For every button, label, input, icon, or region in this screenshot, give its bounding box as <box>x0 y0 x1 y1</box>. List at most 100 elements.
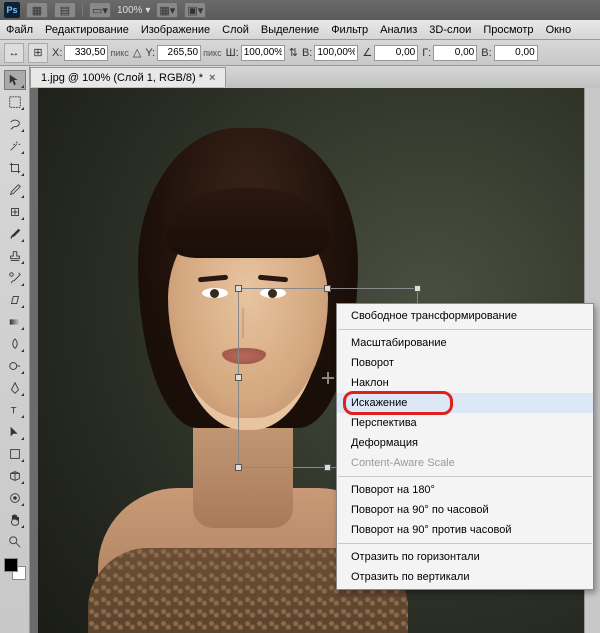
history-brush-tool[interactable] <box>4 268 26 288</box>
context-menu-item[interactable]: Поворот на 90° по часовой <box>337 500 593 520</box>
w-input[interactable] <box>241 45 285 61</box>
options-bar: ↔ ⊞ X: пикс △ Y: пикс Ш: ⇅ В: ∠ Г: В: <box>0 40 600 66</box>
delta-icon[interactable]: △ <box>133 46 141 59</box>
hskew-input[interactable] <box>433 45 477 61</box>
context-menu-item[interactable]: Искажение <box>337 393 593 413</box>
minibridge-button[interactable]: ▤ <box>54 2 76 18</box>
menu-image[interactable]: Изображение <box>141 24 210 36</box>
menu-select[interactable]: Выделение <box>261 24 319 36</box>
transform-handle-bm[interactable] <box>324 464 331 471</box>
vskew-input[interactable] <box>494 45 538 61</box>
pen-tool[interactable] <box>4 378 26 398</box>
zoom-level-dropdown[interactable]: 100% ▾ <box>117 5 150 16</box>
hand-tool[interactable] <box>4 510 26 530</box>
3d-tool[interactable] <box>4 466 26 486</box>
heal-tool[interactable] <box>4 202 26 222</box>
link-wh-icon[interactable]: ⇅ <box>289 46 298 59</box>
w-label: Ш: <box>226 47 239 59</box>
lasso-tool[interactable] <box>4 114 26 134</box>
transform-handle-ml[interactable] <box>235 374 242 381</box>
document-tabs: 1.jpg @ 100% (Слой 1, RGB/8) * × <box>30 66 600 88</box>
x-field: X: пикс <box>52 45 129 61</box>
menu-filter[interactable]: Фильтр <box>331 24 368 36</box>
menu-file[interactable]: Файл <box>6 24 33 36</box>
angle-label: ∠ <box>362 46 372 59</box>
eraser-tool[interactable] <box>4 290 26 310</box>
context-menu-item[interactable]: Наклон <box>337 373 593 393</box>
gradient-tool[interactable] <box>4 312 26 332</box>
context-menu-separator <box>338 543 592 544</box>
launch-bridge-button[interactable]: ▦ <box>26 2 48 18</box>
app-logo-icon: Ps <box>4 2 20 18</box>
vskew-label: В: <box>481 47 491 59</box>
menu-analysis[interactable]: Анализ <box>380 24 417 36</box>
screen-mode-button[interactable]: ▣▾ <box>184 2 206 18</box>
h-input[interactable] <box>314 45 358 61</box>
menu-3d[interactable]: 3D-слои <box>429 24 471 36</box>
x-label: X: <box>52 47 62 59</box>
arrange-docs-button[interactable]: ▦▾ <box>156 2 178 18</box>
angle-input[interactable] <box>374 45 418 61</box>
menu-layer[interactable]: Слой <box>222 24 249 36</box>
hskew-label: Г: <box>422 47 431 59</box>
x-unit: пикс <box>110 48 128 58</box>
color-swatches[interactable] <box>4 558 26 580</box>
hskew-field: Г: <box>422 45 477 61</box>
close-tab-icon[interactable]: × <box>209 72 215 84</box>
angle-field: ∠ <box>362 45 418 61</box>
app-titlebar: Ps ▦ ▤ ▭▾ 100% ▾ ▦▾ ▣▾ <box>0 0 600 20</box>
context-menu-item[interactable]: Масштабирование <box>337 333 593 353</box>
transform-tool-icon[interactable]: ↔ <box>4 43 24 63</box>
w-field: Ш: <box>226 45 285 61</box>
toolbox: T <box>0 66 30 633</box>
context-menu-item[interactable]: Перспектива <box>337 413 593 433</box>
reference-point-icon[interactable]: ⊞ <box>28 43 48 63</box>
transform-handle-tm[interactable] <box>324 285 331 292</box>
type-tool[interactable]: T <box>4 400 26 420</box>
x-input[interactable] <box>64 45 108 61</box>
context-menu-item[interactable]: Поворот на 180° <box>337 480 593 500</box>
document-tab-label: 1.jpg @ 100% (Слой 1, RGB/8) * <box>41 72 203 84</box>
move-tool[interactable] <box>4 70 26 90</box>
view-extras-button[interactable]: ▭▾ <box>89 2 111 18</box>
context-menu-item: Content-Aware Scale <box>337 453 593 473</box>
shape-tool[interactable] <box>4 444 26 464</box>
transform-handle-tl[interactable] <box>235 285 242 292</box>
eyedropper-tool[interactable] <box>4 180 26 200</box>
zoom-tool[interactable] <box>4 532 26 552</box>
menu-bar: Файл Редактирование Изображение Слой Выд… <box>0 20 600 40</box>
context-menu-item[interactable]: Отразить по горизонтали <box>337 547 593 567</box>
separator <box>82 3 83 17</box>
menu-edit[interactable]: Редактирование <box>45 24 129 36</box>
y-input[interactable] <box>157 45 201 61</box>
dodge-tool[interactable] <box>4 356 26 376</box>
transform-handle-bl[interactable] <box>235 464 242 471</box>
stamp-tool[interactable] <box>4 246 26 266</box>
transform-center-icon[interactable] <box>322 372 334 384</box>
blur-tool[interactable] <box>4 334 26 354</box>
context-menu-item[interactable]: Отразить по вертикали <box>337 567 593 587</box>
svg-text:T: T <box>10 406 16 417</box>
crop-tool[interactable] <box>4 158 26 178</box>
context-menu-item[interactable]: Поворот на 90° против часовой <box>337 520 593 540</box>
y-field: Y: пикс <box>145 45 221 61</box>
document-tab[interactable]: 1.jpg @ 100% (Слой 1, RGB/8) * × <box>30 67 226 87</box>
context-menu-item[interactable]: Поворот <box>337 353 593 373</box>
transform-handle-tr[interactable] <box>414 285 421 292</box>
path-select-tool[interactable] <box>4 422 26 442</box>
3d-camera-tool[interactable] <box>4 488 26 508</box>
context-menu-item[interactable]: Деформация <box>337 433 593 453</box>
h-field: В: <box>302 45 358 61</box>
wand-tool[interactable] <box>4 136 26 156</box>
menu-view[interactable]: Просмотр <box>483 24 533 36</box>
context-menu-item[interactable]: Свободное трансформирование <box>337 306 593 326</box>
context-menu-separator <box>338 476 592 477</box>
y-unit: пикс <box>203 48 221 58</box>
marquee-tool[interactable] <box>4 92 26 112</box>
context-menu: Свободное трансформирование Масштабирован… <box>336 303 594 590</box>
brush-tool[interactable] <box>4 224 26 244</box>
menu-window[interactable]: Окно <box>546 24 572 36</box>
foreground-color-swatch[interactable] <box>4 558 18 572</box>
vskew-field: В: <box>481 45 537 61</box>
y-label: Y: <box>145 47 155 59</box>
